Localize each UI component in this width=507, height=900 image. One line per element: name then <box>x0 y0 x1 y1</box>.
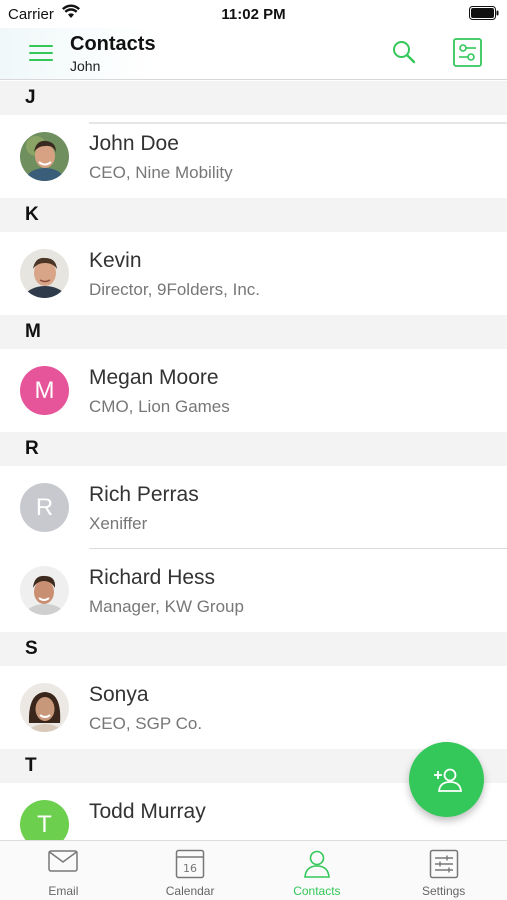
tab-settings[interactable]: Settings <box>380 841 507 900</box>
avatar-initial: T <box>37 810 52 838</box>
avatar <box>20 249 69 298</box>
sliders-icon <box>429 849 458 879</box>
contact-name: Rich Perras <box>89 483 199 506</box>
status-bar: Carrier 11:02 PM <box>0 0 507 28</box>
avatar <box>20 683 69 732</box>
contact-row-megan-moore[interactable]: M Megan Moore CMO, Lion Games <box>0 349 507 432</box>
contact-row-sonya[interactable]: Sonya CEO, SGP Co. <box>0 666 507 749</box>
section-header-m: M <box>0 315 507 349</box>
contact-title: Manager, KW Group <box>89 597 244 616</box>
tab-contacts[interactable]: Contacts <box>254 841 381 900</box>
person-icon <box>303 850 330 878</box>
account-name: John <box>70 58 101 74</box>
menu-icon[interactable] <box>28 41 54 65</box>
add-person-icon <box>433 768 462 792</box>
tab-email[interactable]: Email <box>0 841 127 900</box>
avatar <box>20 566 69 615</box>
tab-bar: Email 16 Calendar Contacts Settings <box>0 840 507 900</box>
avatar <box>20 132 69 181</box>
contact-list[interactable]: J John Doe CEO, Nine Mobility K Kevin Di… <box>0 81 507 840</box>
section-header-k: K <box>0 198 507 232</box>
envelope-icon <box>48 850 79 872</box>
contact-title: CEO, SGP Co. <box>89 714 203 733</box>
contact-title: Xeniffer <box>89 514 148 533</box>
status-time: 11:02 PM <box>221 6 286 23</box>
avatar: T <box>20 800 69 840</box>
tab-label: Settings <box>421 884 466 898</box>
contact-name: John Doe <box>89 132 179 155</box>
section-header-s: S <box>0 632 507 666</box>
contact-name: Megan Moore <box>89 366 219 389</box>
contact-name: Kevin <box>89 249 142 272</box>
avatar: R <box>20 483 69 532</box>
contact-name: Todd Murray <box>89 800 206 823</box>
page-title: Contacts <box>70 33 156 55</box>
app-header: Contacts John <box>0 28 507 80</box>
battery-icon <box>469 6 499 20</box>
tab-label: Email <box>48 884 79 898</box>
contact-row-kevin[interactable]: Kevin Director, 9Folders, Inc. <box>0 232 507 315</box>
contact-row-richard-hess[interactable]: Richard Hess Manager, KW Group <box>0 549 507 632</box>
contact-title: CMO, Lion Games <box>89 397 230 416</box>
avatar: M <box>20 366 69 415</box>
contact-row-john-doe[interactable]: John Doe CEO, Nine Mobility <box>0 115 507 198</box>
section-header-r: R <box>0 432 507 466</box>
section-header-j: J <box>0 81 507 115</box>
tab-calendar[interactable]: 16 Calendar <box>127 841 254 900</box>
avatar-initial: R <box>35 493 54 521</box>
search-icon[interactable] <box>390 38 418 66</box>
avatar-initial: M <box>34 376 55 404</box>
tab-label: Contacts <box>293 884 341 898</box>
tab-label: Calendar <box>165 884 215 898</box>
contact-name: Sonya <box>89 683 149 706</box>
contact-title: Director, 9Folders, Inc. <box>89 280 261 299</box>
calendar-icon: 16 <box>175 849 205 879</box>
calendar-day: 16 <box>183 862 197 875</box>
contact-row-rich-perras[interactable]: R Rich Perras Xeniffer <box>0 466 507 549</box>
contact-name: Richard Hess <box>89 566 216 589</box>
filter-icon[interactable] <box>453 38 482 67</box>
add-contact-button[interactable] <box>409 742 484 817</box>
contact-title: CEO, Nine Mobility <box>89 163 233 182</box>
